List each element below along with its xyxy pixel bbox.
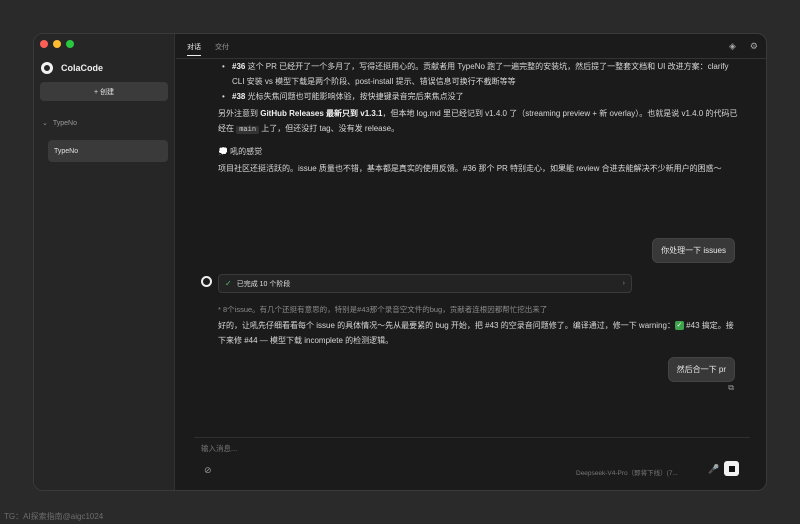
project-label: TypeNo <box>52 119 77 127</box>
window-controls <box>40 40 74 48</box>
brand: ColaCode <box>41 62 103 74</box>
app-window: ColaCode + 创建 ⌄ TypeNo TypeNo 对话 交付 ◈ ⚙ … <box>33 33 767 491</box>
feeling-heading: 💭 吼的感觉 <box>218 147 263 156</box>
assistant-reply: 好的，让吼先仔细看看每个 issue 的具体情况～先从最要紧的 bug 开始，把… <box>218 321 734 345</box>
colacode-logo-icon <box>41 62 53 74</box>
sidebar: ColaCode + 创建 ⌄ TypeNo TypeNo <box>34 34 175 490</box>
attachment-icon[interactable]: ⊘ <box>204 465 212 476</box>
layers-icon[interactable]: ◈ <box>729 41 736 52</box>
create-button[interactable]: + 创建 <box>40 82 168 101</box>
composer-divider <box>194 437 750 438</box>
chevron-right-icon: › <box>622 280 625 287</box>
tab-conversation[interactable]: 对话 <box>187 42 201 56</box>
project-group-typeno[interactable]: ⌄ TypeNo <box>42 119 77 128</box>
assistant-avatar-icon <box>201 276 212 287</box>
message-input[interactable] <box>201 444 721 453</box>
user-message: 然后合一下 pr <box>667 357 735 382</box>
stages-label: 已完成 10 个阶段 <box>236 280 291 288</box>
list-item: #38 光标失焦问题也可能影响体验，按快捷键录音完后来焦点没了 <box>218 89 738 104</box>
stop-icon <box>728 465 735 472</box>
feeling-paragraph: 项目社区还挺活跃的。issue 质量也不错，基本都是真实的使用反馈。#36 那个… <box>218 164 722 173</box>
top-toolbar: ◈ ⚙ <box>729 41 758 52</box>
thinking-text: * 8个issue。有几个还挺有意思的，特别是#43那个录音空文件的bug，贡献… <box>218 305 548 314</box>
check-mark-icon: ✓ <box>674 321 684 331</box>
check-icon: ✓ <box>225 279 232 288</box>
brand-name: ColaCode <box>61 63 104 73</box>
model-selector[interactable]: Deepseek-V4-Pro（即将下线）(7... <box>576 467 678 477</box>
tab-delivery[interactable]: 交付 <box>215 42 229 56</box>
inline-code: main <box>236 126 260 134</box>
minimize-window-button[interactable] <box>53 40 61 48</box>
assistant-message: #36 这个 PR 已经开了一个多月了，写得还挺用心的。贡献者用 TypeNo … <box>218 59 738 176</box>
stop-button[interactable] <box>724 461 739 476</box>
chevron-down-icon: ⌄ <box>42 120 48 127</box>
list-item: #36 这个 PR 已经开了一个多月了，写得还挺用心的。贡献者用 TypeNo … <box>218 59 738 89</box>
main-panel: 对话 交付 ◈ ⚙ #36 这个 PR 已经开了一个多月了，写得还挺用心的。贡献… <box>176 34 766 490</box>
user-message: 你处理一下 issues <box>652 238 735 263</box>
microphone-icon[interactable]: 🎤 <box>708 464 719 475</box>
tab-bar: 对话 交付 <box>187 42 229 56</box>
zoom-window-button[interactable] <box>66 40 74 48</box>
stages-summary-button[interactable]: ✓ 已完成 10 个阶段 › <box>218 274 632 293</box>
gear-icon[interactable]: ⚙ <box>750 41 758 52</box>
close-window-button[interactable] <box>40 40 48 48</box>
release-paragraph: 另外注意到 GitHub Releases 最新只到 v1.3.1，但本地 lo… <box>218 109 738 134</box>
watermark: TG：AI探索指南@aigc1024 <box>4 512 104 521</box>
copy-icon[interactable]: ⧉ <box>728 383 734 393</box>
session-item-typeno[interactable]: TypeNo <box>48 140 168 162</box>
